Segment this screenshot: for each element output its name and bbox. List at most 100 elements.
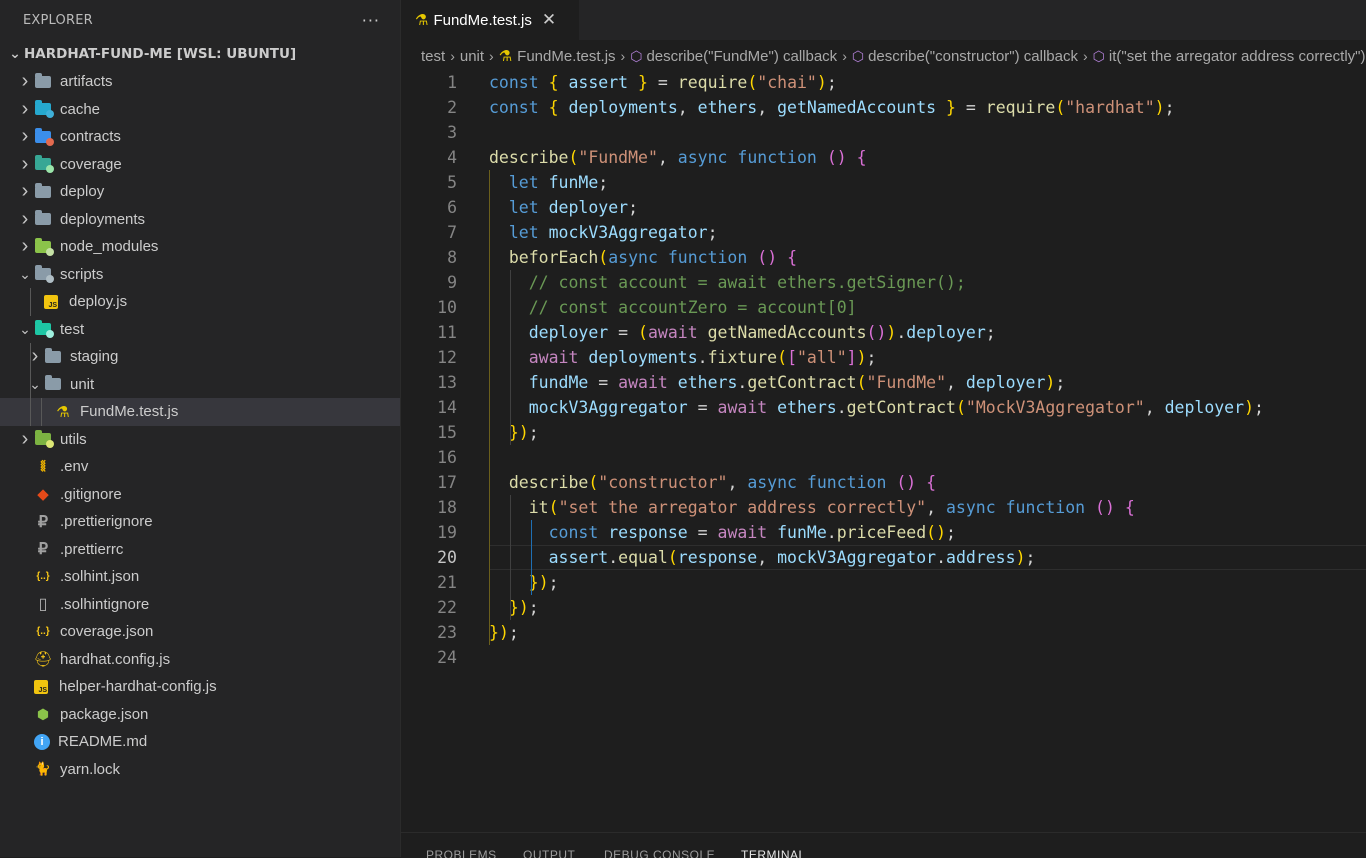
file-item[interactable]: ⬢ package.json bbox=[0, 701, 400, 729]
code-line[interactable]: 9 // const account = await ethers.getSig… bbox=[401, 270, 1366, 295]
code-line[interactable]: 19 const response = await funMe.priceFee… bbox=[401, 520, 1366, 545]
code-line[interactable]: 16 bbox=[401, 445, 1366, 470]
folder-item[interactable]: › artifacts bbox=[0, 68, 400, 96]
code-line[interactable]: 21 }); bbox=[401, 570, 1366, 595]
workspace-root[interactable]: ⌄ HARDHAT-FUND-ME [WSL: UBUNTU] bbox=[0, 40, 400, 68]
code-bracket: ) bbox=[1154, 98, 1165, 117]
chevron-right-icon: › bbox=[450, 48, 455, 64]
more-actions-icon[interactable]: ··· bbox=[362, 11, 380, 30]
file-item[interactable]: ₽ .prettierrc bbox=[0, 536, 400, 564]
file-item[interactable]: ▯ .solhintignore bbox=[0, 591, 400, 619]
code-bracket: ( bbox=[777, 348, 788, 367]
code-string: "all" bbox=[797, 348, 847, 367]
folder-cache-icon bbox=[34, 100, 54, 119]
folder-item[interactable]: › utils bbox=[0, 426, 400, 454]
file-item[interactable]: ₽ .prettierignore bbox=[0, 508, 400, 536]
folder-icon bbox=[34, 72, 52, 90]
tree-item-label: .solhint.json bbox=[60, 568, 140, 586]
breadcrumb-item[interactable]: it("set the arregator address correctly"… bbox=[1109, 48, 1366, 65]
code-identifier: ethers bbox=[677, 373, 738, 392]
chevron-right-icon: › bbox=[21, 125, 29, 148]
code-editor[interactable]: 1 const { assert } = require("chai"); 2 con… bbox=[401, 70, 1366, 832]
code-line[interactable]: 8 beforEach(async function () { bbox=[401, 245, 1366, 270]
code-line[interactable]: 23}); bbox=[401, 620, 1366, 645]
breadcrumb-item[interactable]: unit bbox=[460, 48, 484, 65]
folder-item[interactable]: › node_modules bbox=[0, 233, 400, 261]
line-number: 11 bbox=[437, 323, 457, 342]
line-number: 7 bbox=[447, 223, 457, 242]
code-identifier: address bbox=[946, 548, 1016, 567]
folder-item[interactable]: › contracts bbox=[0, 123, 400, 151]
file-item[interactable]: JS helper-hardhat-config.js bbox=[0, 673, 400, 701]
bottom-panel: PROBLEMS OUTPUT DEBUG CONSOLE TERMINAL bbox=[401, 832, 1366, 858]
file-item[interactable]: JS deploy.js bbox=[0, 288, 400, 316]
close-icon[interactable]: ✕ bbox=[542, 10, 556, 30]
code-string: "constructor" bbox=[598, 473, 728, 492]
file-item[interactable]: ⚗ FundMe.test.js bbox=[0, 398, 400, 426]
file-item[interactable]: {..} coverage.json bbox=[0, 618, 400, 646]
code-line[interactable]: 17 describe("constructor", async functio… bbox=[401, 470, 1366, 495]
code-content: await deployments.fixture(["all"]); bbox=[489, 345, 877, 370]
code-line[interactable]: 7 let mockV3Aggregator; bbox=[401, 220, 1366, 245]
tab-fundme-test[interactable]: ⚗ FundMe.test.js ✕ bbox=[401, 0, 579, 40]
file-item[interactable]: i README.md bbox=[0, 728, 400, 756]
code-bracket: { bbox=[787, 248, 797, 267]
code-line[interactable]: 2 const { deployments, ethers, getNamedAc… bbox=[401, 95, 1366, 120]
file-item[interactable]: ◆ .gitignore bbox=[0, 481, 400, 509]
folder-item[interactable]: › deploy bbox=[0, 178, 400, 206]
breadcrumb-item[interactable]: FundMe.test.js bbox=[517, 48, 615, 65]
breadcrumb-item[interactable]: describe("FundMe") callback bbox=[646, 48, 837, 65]
code-line[interactable]: 18 it("set the arregator address correct… bbox=[401, 495, 1366, 520]
code-line[interactable]: 4 describe("FundMe", async function () { bbox=[401, 145, 1366, 170]
code-keyword: async bbox=[677, 148, 728, 167]
code-identifier: funMe bbox=[548, 173, 599, 192]
file-item[interactable]: ⧛ .env bbox=[0, 453, 400, 481]
code-keyword: async bbox=[946, 498, 996, 517]
file-item[interactable]: {..} .solhint.json bbox=[0, 563, 400, 591]
code-identifier: response bbox=[608, 523, 688, 542]
code-line[interactable]: 13 fundMe = await ethers.getContract("Fu… bbox=[401, 370, 1366, 395]
folder-item[interactable]: › cache bbox=[0, 96, 400, 124]
code-bracket: ( bbox=[667, 548, 678, 567]
line-number: 14 bbox=[437, 398, 457, 417]
code-keyword: await bbox=[528, 348, 579, 367]
code-line[interactable]: 6 let deployer; bbox=[401, 195, 1366, 220]
chevron-right-icon: › bbox=[1082, 48, 1088, 64]
breadcrumb-item[interactable]: describe("constructor") callback bbox=[868, 48, 1078, 65]
folder-item[interactable]: › deployments bbox=[0, 206, 400, 234]
code-line[interactable]: 20 assert.equal(response, mockV3Aggregat… bbox=[401, 545, 1366, 570]
code-bracket: ) bbox=[886, 323, 897, 342]
code-line[interactable]: 12 await deployments.fixture(["all"]); bbox=[401, 345, 1366, 370]
code-line[interactable]: 15 }); bbox=[401, 420, 1366, 445]
code-line[interactable]: 1 const { assert } = require("chai"); bbox=[401, 70, 1366, 95]
code-text: ; bbox=[826, 73, 837, 92]
code-line[interactable]: 22 }); bbox=[401, 595, 1366, 620]
breadcrumb-item[interactable]: test bbox=[421, 48, 445, 65]
tab-label: FundMe.test.js bbox=[433, 11, 532, 29]
folder-item[interactable]: › staging bbox=[0, 343, 400, 371]
folder-item[interactable]: ⌄ unit bbox=[0, 370, 400, 398]
code-bracket: ( bbox=[568, 148, 579, 167]
folder-contracts-icon bbox=[34, 127, 54, 146]
file-item[interactable]: ⛑ hardhat.config.js bbox=[0, 646, 400, 674]
code-line[interactable]: 5 let funMe; bbox=[401, 170, 1366, 195]
file-tree: › artifacts › cache › contracts › coverage › depl… bbox=[0, 68, 400, 783]
code-bracket: { bbox=[1124, 498, 1135, 517]
folder-item[interactable]: ⌄ test bbox=[0, 316, 400, 344]
folder-item[interactable]: › coverage bbox=[0, 151, 400, 179]
code-line[interactable]: 10 // const accountZero = account[0] bbox=[401, 295, 1366, 320]
code-line[interactable]: 3 bbox=[401, 120, 1366, 145]
code-line[interactable]: 14 mockV3Aggregator = await ethers.getCo… bbox=[401, 395, 1366, 420]
code-line[interactable]: 11 deployer = (await getNamedAccounts())… bbox=[401, 320, 1366, 345]
file-item[interactable]: 🐈 yarn.lock bbox=[0, 756, 400, 784]
folder-item[interactable]: ⌄ scripts bbox=[0, 261, 400, 289]
code-line[interactable]: 24 bbox=[401, 645, 1366, 670]
